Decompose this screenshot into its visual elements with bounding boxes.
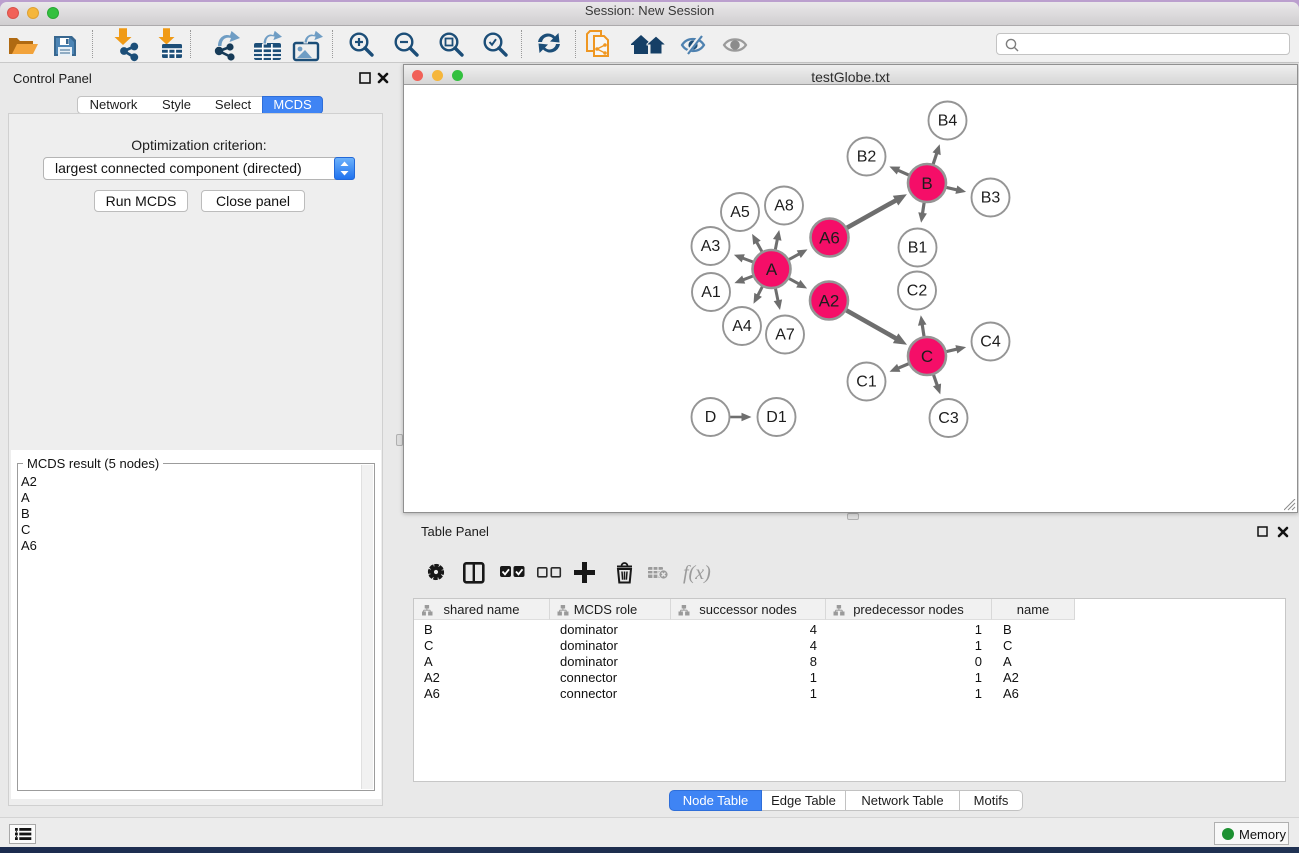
svg-text:B2: B2 bbox=[857, 149, 877, 166]
svg-text:A1: A1 bbox=[701, 284, 721, 301]
svg-text:B4: B4 bbox=[938, 113, 958, 130]
svg-text:B: B bbox=[921, 174, 932, 193]
svg-text:B3: B3 bbox=[981, 190, 1001, 207]
svg-text:D: D bbox=[705, 409, 717, 426]
svg-text:D1: D1 bbox=[766, 409, 787, 426]
svg-text:A5: A5 bbox=[730, 204, 750, 221]
svg-text:C2: C2 bbox=[907, 283, 928, 300]
svg-text:f(x): f(x) bbox=[683, 562, 711, 584]
svg-text:C4: C4 bbox=[980, 334, 1001, 351]
svg-text:A: A bbox=[766, 260, 778, 279]
svg-text:A2: A2 bbox=[819, 292, 840, 311]
svg-text:A3: A3 bbox=[701, 238, 721, 255]
svg-text:C3: C3 bbox=[938, 410, 959, 427]
svg-text:A4: A4 bbox=[732, 318, 752, 335]
svg-text:A7: A7 bbox=[775, 327, 795, 344]
svg-text:A8: A8 bbox=[774, 198, 794, 215]
svg-text:C: C bbox=[921, 347, 933, 366]
svg-text:B1: B1 bbox=[908, 240, 928, 257]
svg-text:C1: C1 bbox=[856, 374, 877, 391]
svg-text:A6: A6 bbox=[819, 229, 840, 248]
